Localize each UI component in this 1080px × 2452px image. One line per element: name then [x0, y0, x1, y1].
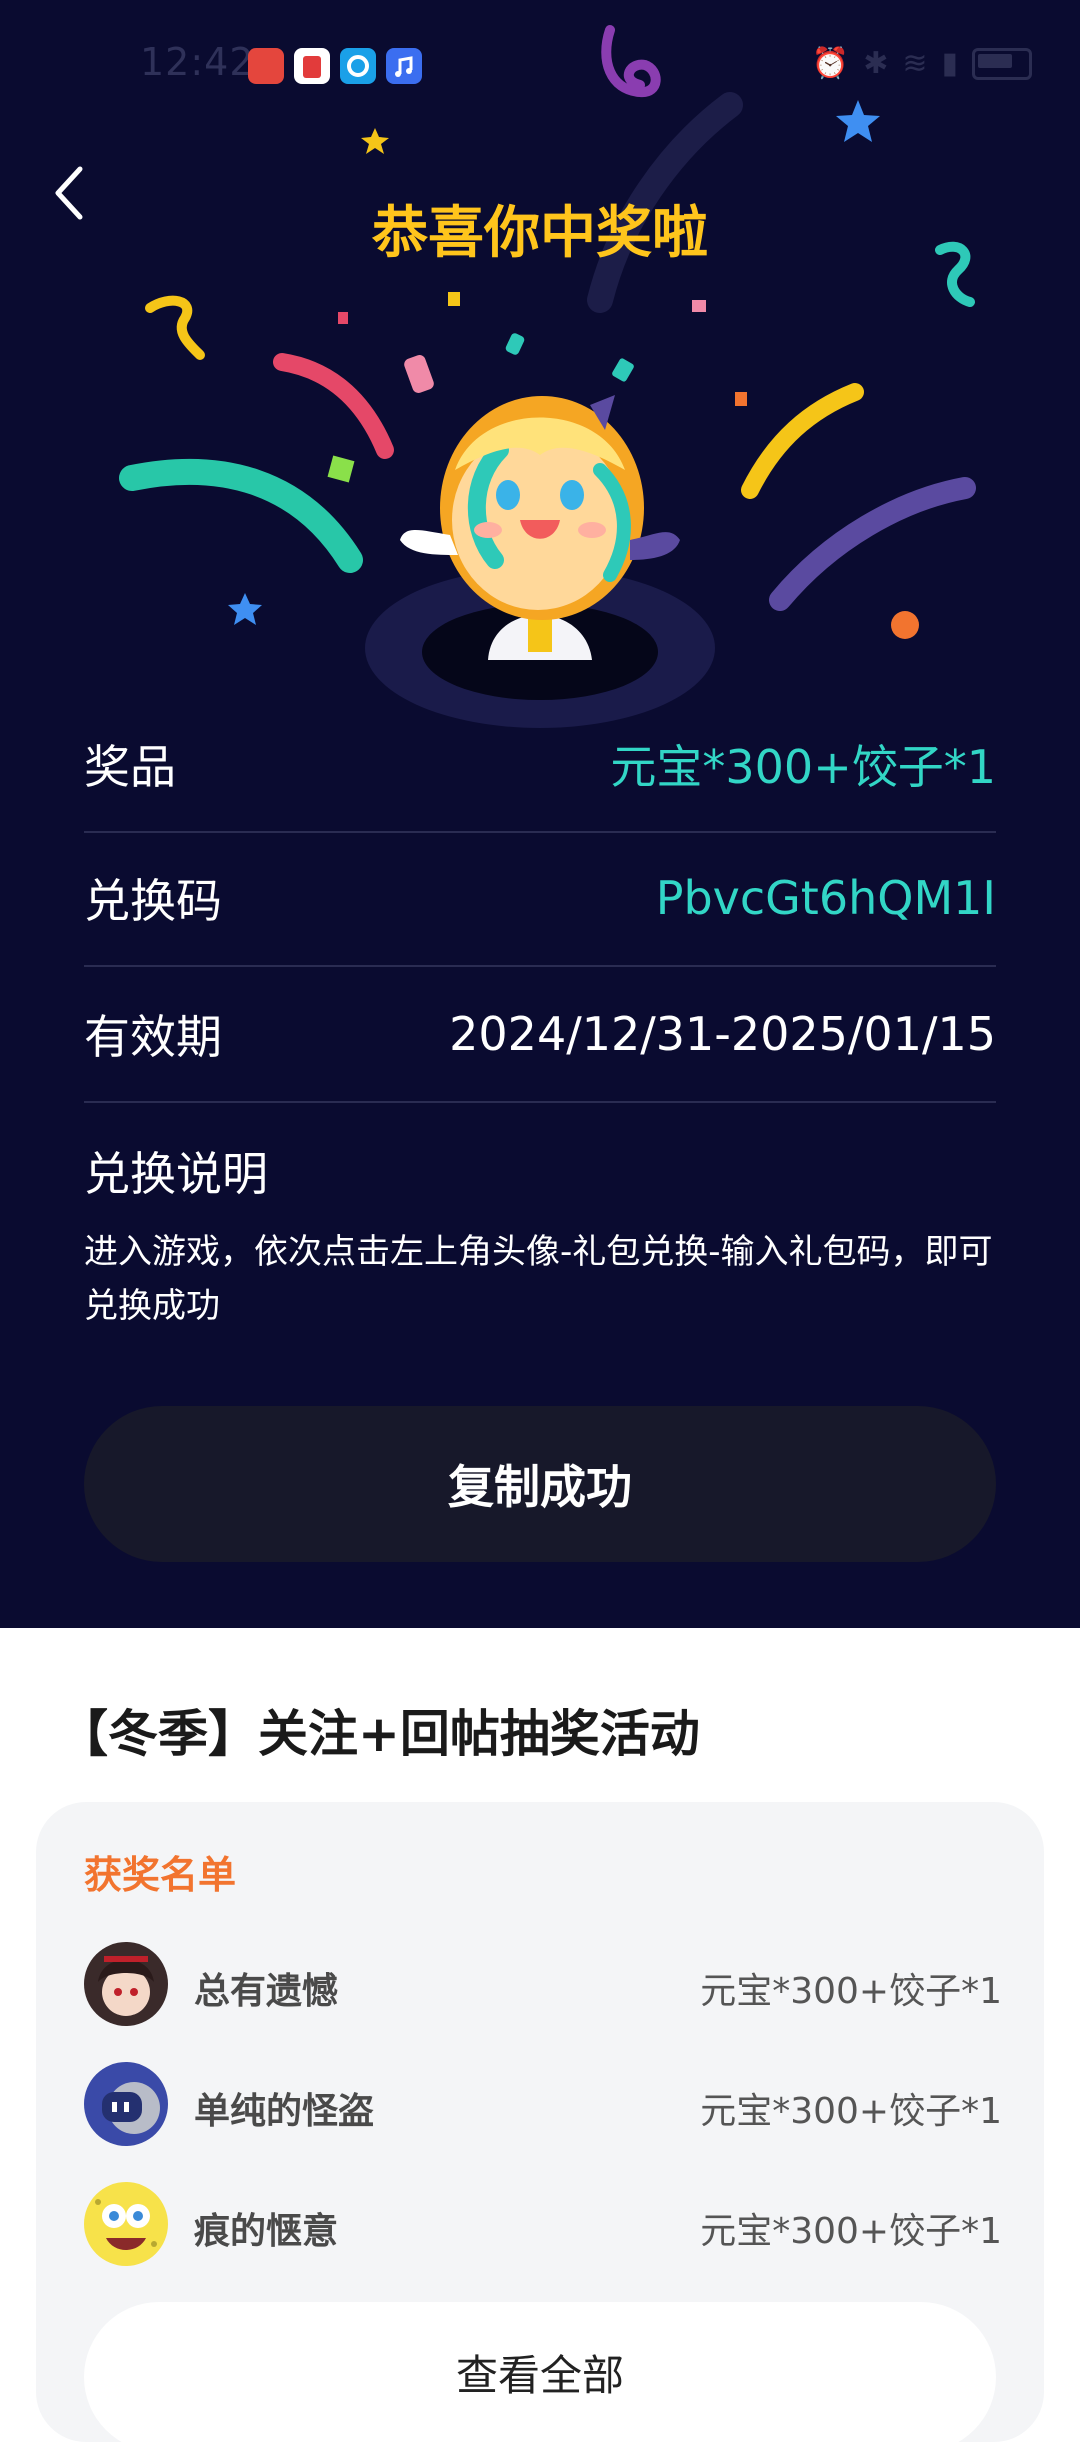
- instructions-text: 进入游戏，依次点击左上角头像-礼包兑换-输入礼包码，即可兑换成功: [84, 1232, 993, 1326]
- winners-card: 获奖名单 总有遗憾 元宝*300+饺子*1 单纯的怪盗 元宝*300+饺子*1 …: [36, 1802, 1044, 2452]
- prize-label: 奖品: [84, 740, 176, 794]
- validity-value: 2024/12/31-2025/01/15: [449, 1007, 996, 1061]
- winner-prize: 元宝*300+饺子*1: [700, 2091, 1002, 2132]
- avatar: [84, 2182, 168, 2266]
- prize-row: 奖品 元宝*300+饺子*1: [84, 697, 996, 833]
- validity-row: 有效期 2024/12/31-2025/01/15: [84, 967, 996, 1103]
- celebration-illustration: [119, 25, 976, 728]
- winner-name: 单纯的怪盗: [194, 2091, 375, 2132]
- winner-row[interactable]: 单纯的怪盗 元宝*300+饺子*1: [84, 2062, 1002, 2148]
- winner-prize: 元宝*300+饺子*1: [700, 1971, 1002, 2012]
- winner-row[interactable]: 总有遗憾 元宝*300+饺子*1: [84, 1942, 1002, 2028]
- code-label: 兑换码: [84, 874, 222, 928]
- code-value[interactable]: PbvcGt6hQM1I: [656, 871, 996, 925]
- winner-row[interactable]: 痕的惬意 元宝*300+饺子*1: [84, 2182, 1002, 2268]
- avatar: [84, 2062, 168, 2146]
- winner-name: 痕的惬意: [194, 2211, 339, 2252]
- avatar: [84, 1942, 168, 2026]
- winners-title: 获奖名单: [84, 1853, 237, 1897]
- prize-value: 元宝*300+饺子*1: [610, 740, 996, 794]
- page-title: 恭喜你中奖啦: [372, 201, 708, 266]
- reward-panel: 12:42 ⏰ ✱ ≋ ▮ 恭喜你中奖啦 奖品 元宝*300+饺子*1 兑换码 …: [0, 0, 1080, 1628]
- instructions-title: 兑换说明: [84, 1147, 268, 1201]
- code-row: 兑换码 PbvcGt6hQM1I: [84, 831, 996, 967]
- winner-prize: 元宝*300+饺子*1: [700, 2211, 1002, 2252]
- activity-title: 【冬季】关注+回帖抽奖活动: [58, 1705, 700, 1763]
- copy-button[interactable]: 复制成功: [84, 1406, 996, 1562]
- view-all-button[interactable]: 查看全部: [84, 2302, 996, 2452]
- winner-name: 总有遗憾: [194, 1971, 339, 2012]
- validity-label: 有效期: [84, 1010, 222, 1064]
